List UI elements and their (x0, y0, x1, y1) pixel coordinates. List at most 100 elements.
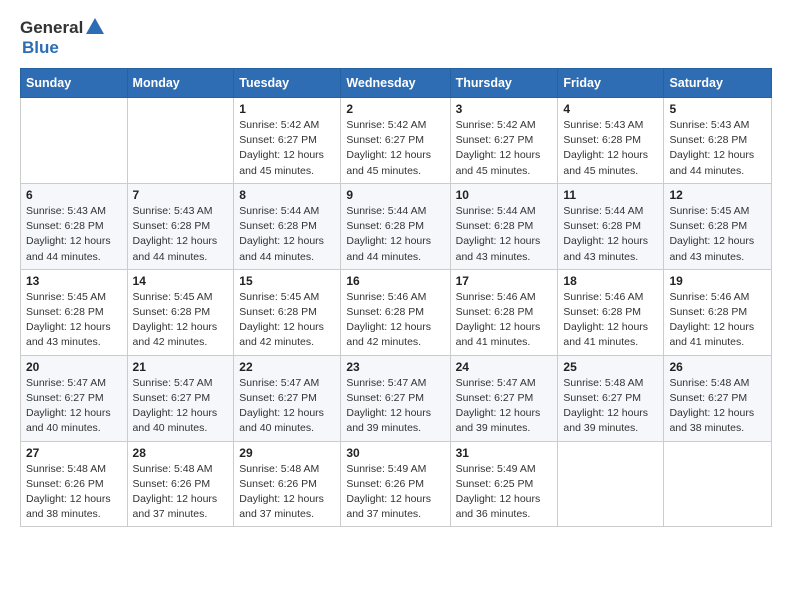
col-header-saturday: Saturday (664, 69, 772, 98)
day-number: 14 (133, 274, 229, 288)
day-number: 24 (456, 360, 553, 374)
calendar-cell: 13 Sunrise: 5:45 AM Sunset: 6:28 PM Dayli… (21, 269, 128, 355)
calendar-cell: 10 Sunrise: 5:44 AM Sunset: 6:28 PM Dayli… (450, 183, 558, 269)
calendar-cell: 14 Sunrise: 5:45 AM Sunset: 6:28 PM Dayli… (127, 269, 234, 355)
day-info: Sunrise: 5:49 AM Sunset: 6:25 PM Dayligh… (456, 462, 553, 523)
day-info: Sunrise: 5:44 AM Sunset: 6:28 PM Dayligh… (456, 204, 553, 265)
calendar-cell (21, 98, 128, 184)
calendar-cell: 19 Sunrise: 5:46 AM Sunset: 6:28 PM Dayli… (664, 269, 772, 355)
col-header-sunday: Sunday (21, 69, 128, 98)
calendar-cell: 23Sunrise: 5:47 AM Sunset: 6:27 PM Dayli… (341, 355, 450, 441)
day-info: Sunrise: 5:47 AM Sunset: 6:27 PM Dayligh… (239, 376, 335, 437)
day-info: Sunrise: 5:46 AM Sunset: 6:28 PM Dayligh… (563, 290, 658, 351)
calendar-cell: 18 Sunrise: 5:46 AM Sunset: 6:28 PM Dayli… (558, 269, 664, 355)
logo-blue-text: Blue (22, 38, 59, 57)
calendar-cell: 8 Sunrise: 5:44 AM Sunset: 6:28 PM Daylig… (234, 183, 341, 269)
header: General Blue (20, 18, 772, 58)
day-number: 6 (26, 188, 122, 202)
day-info: Sunrise: 5:44 AM Sunset: 6:28 PM Dayligh… (239, 204, 335, 265)
day-info: Sunrise: 5:49 AM Sunset: 6:26 PM Dayligh… (346, 462, 444, 523)
day-info: Sunrise: 5:43 AM Sunset: 6:28 PM Dayligh… (563, 118, 658, 179)
col-header-thursday: Thursday (450, 69, 558, 98)
calendar-cell: 1Sunrise: 5:42 AM Sunset: 6:27 PM Daylig… (234, 98, 341, 184)
day-info: Sunrise: 5:47 AM Sunset: 6:27 PM Dayligh… (346, 376, 444, 437)
day-number: 2 (346, 102, 444, 116)
calendar-cell: 31 Sunrise: 5:49 AM Sunset: 6:25 PM Dayli… (450, 441, 558, 527)
calendar-cell: 16 Sunrise: 5:46 AM Sunset: 6:28 PM Dayli… (341, 269, 450, 355)
week-row-1: 1Sunrise: 5:42 AM Sunset: 6:27 PM Daylig… (21, 98, 772, 184)
logo: General Blue (20, 18, 106, 58)
day-number: 12 (669, 188, 766, 202)
calendar-cell: 29 Sunrise: 5:48 AM Sunset: 6:26 PM Dayli… (234, 441, 341, 527)
calendar-cell (664, 441, 772, 527)
day-info: Sunrise: 5:45 AM Sunset: 6:28 PM Dayligh… (133, 290, 229, 351)
day-number: 29 (239, 446, 335, 460)
day-number: 5 (669, 102, 766, 116)
day-info: Sunrise: 5:47 AM Sunset: 6:27 PM Dayligh… (133, 376, 229, 437)
calendar-cell: 22 Sunrise: 5:47 AM Sunset: 6:27 PM Dayli… (234, 355, 341, 441)
day-info: Sunrise: 5:45 AM Sunset: 6:28 PM Dayligh… (239, 290, 335, 351)
day-number: 20 (26, 360, 122, 374)
calendar-cell: 28 Sunrise: 5:48 AM Sunset: 6:26 PM Dayli… (127, 441, 234, 527)
day-number: 18 (563, 274, 658, 288)
day-number: 13 (26, 274, 122, 288)
day-number: 8 (239, 188, 335, 202)
day-info: Sunrise: 5:45 AM Sunset: 6:28 PM Dayligh… (669, 204, 766, 265)
calendar-cell: 27Sunrise: 5:48 AM Sunset: 6:26 PM Dayli… (21, 441, 128, 527)
day-info: Sunrise: 5:47 AM Sunset: 6:27 PM Dayligh… (456, 376, 553, 437)
day-number: 15 (239, 274, 335, 288)
calendar-cell: 25 Sunrise: 5:48 AM Sunset: 6:27 PM Dayli… (558, 355, 664, 441)
calendar-cell: 4Sunrise: 5:43 AM Sunset: 6:28 PM Daylig… (558, 98, 664, 184)
day-info: Sunrise: 5:45 AM Sunset: 6:28 PM Dayligh… (26, 290, 122, 351)
week-row-5: 27Sunrise: 5:48 AM Sunset: 6:26 PM Dayli… (21, 441, 772, 527)
day-number: 28 (133, 446, 229, 460)
calendar-cell: 20Sunrise: 5:47 AM Sunset: 6:27 PM Dayli… (21, 355, 128, 441)
day-info: Sunrise: 5:44 AM Sunset: 6:28 PM Dayligh… (346, 204, 444, 265)
page: General Blue SundayMondayTuesdayWednesda… (0, 0, 792, 612)
calendar-header-row: SundayMondayTuesdayWednesdayThursdayFrid… (21, 69, 772, 98)
day-number: 9 (346, 188, 444, 202)
day-number: 10 (456, 188, 553, 202)
calendar-cell (558, 441, 664, 527)
col-header-monday: Monday (127, 69, 234, 98)
day-number: 16 (346, 274, 444, 288)
day-number: 19 (669, 274, 766, 288)
day-info: Sunrise: 5:46 AM Sunset: 6:28 PM Dayligh… (669, 290, 766, 351)
week-row-4: 20 Sunrise: 5:47 AM Sunset: 6:27 PM Dayli… (21, 355, 772, 441)
day-info: Sunrise: 5:43 AM Sunset: 6:28 PM Dayligh… (133, 204, 229, 265)
day-number: 21 (133, 360, 229, 374)
calendar-cell: 2Sunrise: 5:42 AM Sunset: 6:27 PM Daylig… (341, 98, 450, 184)
calendar-cell: 5Sunrise: 5:43 AM Sunset: 6:28 PM Daylig… (664, 98, 772, 184)
col-header-friday: Friday (558, 69, 664, 98)
calendar-table: SundayMondayTuesdayWednesdayThursdayFrid… (20, 68, 772, 527)
calendar-cell: 26Sunrise: 5:48 AM Sunset: 6:27 PM Dayli… (664, 355, 772, 441)
day-number: 17 (456, 274, 553, 288)
calendar-cell (127, 98, 234, 184)
day-number: 25 (563, 360, 658, 374)
calendar-cell: 11Sunrise: 5:44 AM Sunset: 6:28 PM Dayli… (558, 183, 664, 269)
col-header-tuesday: Tuesday (234, 69, 341, 98)
day-info: Sunrise: 5:48 AM Sunset: 6:26 PM Dayligh… (239, 462, 335, 523)
day-info: Sunrise: 5:48 AM Sunset: 6:27 PM Dayligh… (563, 376, 658, 437)
day-number: 11 (563, 188, 658, 202)
week-row-2: 6 Sunrise: 5:43 AM Sunset: 6:28 PM Daylig… (21, 183, 772, 269)
logo-icon (84, 16, 106, 38)
day-number: 30 (346, 446, 444, 460)
logo-general-text: General (20, 18, 83, 38)
calendar-cell: 30 Sunrise: 5:49 AM Sunset: 6:26 PM Dayli… (341, 441, 450, 527)
day-info: Sunrise: 5:46 AM Sunset: 6:28 PM Dayligh… (346, 290, 444, 351)
day-info: Sunrise: 5:48 AM Sunset: 6:26 PM Dayligh… (133, 462, 229, 523)
calendar-cell: 7Sunrise: 5:43 AM Sunset: 6:28 PM Daylig… (127, 183, 234, 269)
calendar-cell: 21 Sunrise: 5:47 AM Sunset: 6:27 PM Dayli… (127, 355, 234, 441)
day-info: Sunrise: 5:43 AM Sunset: 6:28 PM Dayligh… (26, 204, 122, 265)
calendar-cell: 12 Sunrise: 5:45 AM Sunset: 6:28 PM Dayli… (664, 183, 772, 269)
day-number: 22 (239, 360, 335, 374)
calendar-cell: 9 Sunrise: 5:44 AM Sunset: 6:28 PM Daylig… (341, 183, 450, 269)
day-info: Sunrise: 5:42 AM Sunset: 6:27 PM Dayligh… (456, 118, 553, 179)
day-number: 26 (669, 360, 766, 374)
day-info: Sunrise: 5:46 AM Sunset: 6:28 PM Dayligh… (456, 290, 553, 351)
calendar-cell: 3Sunrise: 5:42 AM Sunset: 6:27 PM Daylig… (450, 98, 558, 184)
day-number: 31 (456, 446, 553, 460)
week-row-3: 13 Sunrise: 5:45 AM Sunset: 6:28 PM Dayli… (21, 269, 772, 355)
calendar-cell: 6 Sunrise: 5:43 AM Sunset: 6:28 PM Daylig… (21, 183, 128, 269)
